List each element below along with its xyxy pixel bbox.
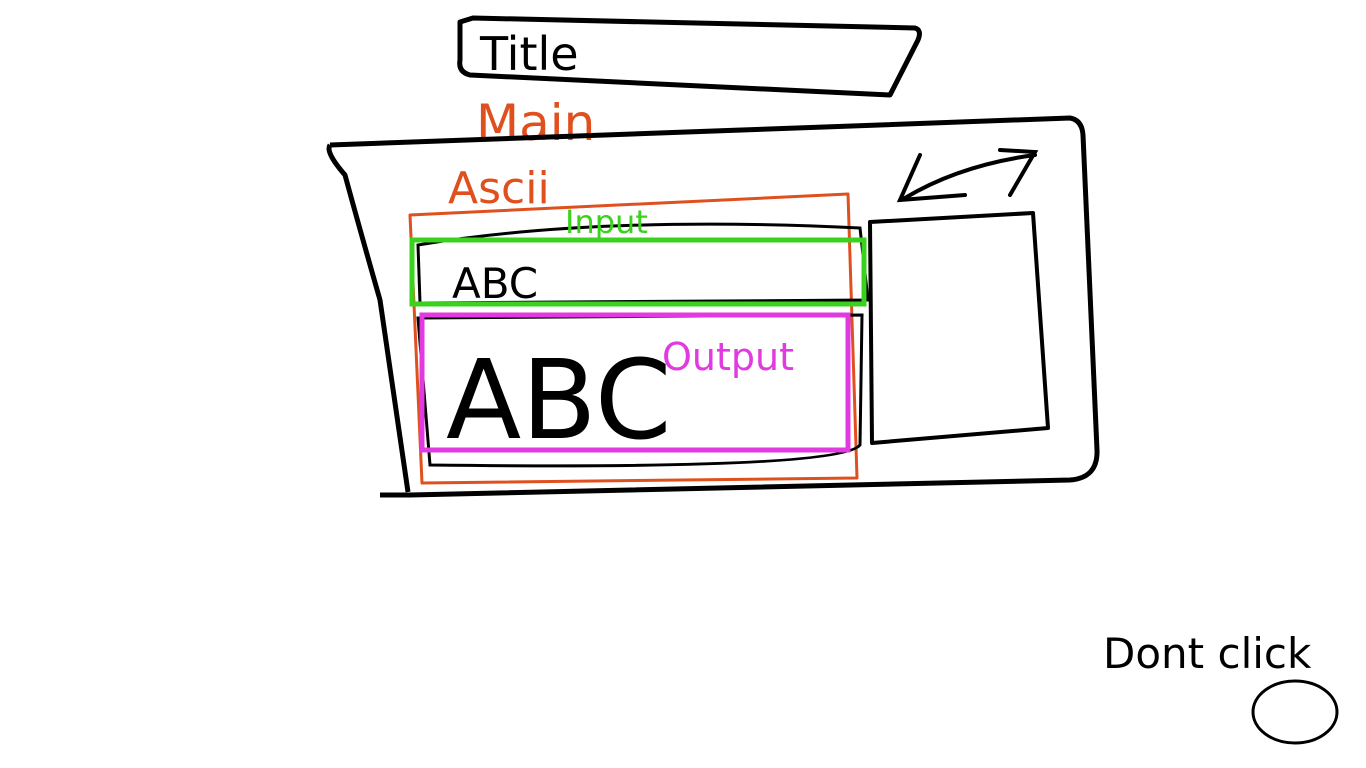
output-value: ABC xyxy=(446,336,672,464)
title-bar: Title xyxy=(457,15,922,98)
wireframe-sketch: Title Main Ascii Input ABC ABC Output Do… xyxy=(326,15,1339,745)
input-value: ABC xyxy=(452,259,538,308)
ascii-annotation: Ascii xyxy=(448,163,550,214)
title-text: Title xyxy=(479,27,579,81)
dont-click-button[interactable] xyxy=(1251,679,1339,745)
swap-arrows-icon[interactable] xyxy=(896,148,1039,203)
output-annotation: Output xyxy=(662,335,794,379)
input-annotation: Input xyxy=(565,203,648,241)
right-panel xyxy=(868,211,1050,445)
main-annotation: Main xyxy=(476,94,595,152)
dont-click-label: Dont click xyxy=(1103,629,1312,678)
